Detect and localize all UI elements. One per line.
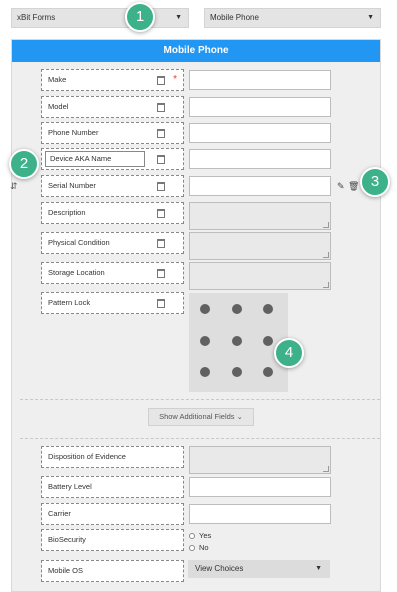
field-label-storage-location[interactable]: Storage Location	[41, 262, 184, 284]
storage-location-textarea[interactable]	[189, 262, 331, 290]
field-label-phone-number[interactable]: Phone Number	[41, 122, 184, 144]
serial-number-input[interactable]	[189, 176, 331, 196]
tag-icon	[157, 155, 165, 164]
pattern-dot[interactable]	[232, 336, 242, 346]
biosecurity-option-no[interactable]: No	[189, 543, 209, 553]
chevron-down-icon: ▼	[175, 14, 182, 21]
physical-condition-textarea[interactable]	[189, 232, 331, 260]
biosecurity-option-yes[interactable]: Yes	[189, 531, 211, 541]
mobile-os-select-value: View Choices	[195, 564, 244, 573]
drag-handle-icon[interactable]: ⇵	[10, 182, 18, 191]
radio-label: Yes	[199, 531, 212, 540]
field-label-battery-level[interactable]: Battery Level	[41, 476, 184, 498]
field-label-description[interactable]: Description	[41, 202, 184, 224]
label-edit-input[interactable]: Device AKA Name	[45, 151, 145, 167]
field-label-text: Model	[48, 102, 69, 111]
radio-button[interactable]	[189, 545, 195, 552]
divider	[20, 399, 380, 400]
tag-icon	[157, 269, 165, 278]
pencil-icon[interactable]: ✎	[337, 181, 345, 192]
field-label-serial-number[interactable]: Serial Number	[41, 175, 184, 197]
chevron-down-icon: ▼	[315, 565, 322, 572]
disposition-textarea[interactable]	[189, 446, 331, 474]
field-label-text: Storage Location	[48, 268, 105, 277]
description-textarea[interactable]	[189, 202, 331, 230]
show-additional-fields-button[interactable]: Show Additional Fields ⌄	[148, 408, 254, 426]
field-label-model[interactable]: Model	[41, 96, 184, 118]
tag-icon	[157, 76, 165, 85]
field-label-text: Phone Number	[48, 128, 99, 137]
field-label-biosecurity[interactable]: BioSecurity	[41, 529, 184, 551]
forms-select[interactable]: xBit Forms ▼	[11, 8, 189, 28]
field-label-text: Make	[48, 75, 67, 84]
field-label-text: Serial Number	[48, 181, 96, 190]
pattern-dot[interactable]	[232, 304, 242, 314]
pattern-dot[interactable]	[200, 367, 210, 377]
field-label-text: Pattern Lock	[48, 298, 91, 307]
type-select[interactable]: Mobile Phone ▼	[204, 8, 381, 28]
field-label-pattern-lock[interactable]: Pattern Lock	[41, 292, 184, 314]
pattern-lock-grid[interactable]	[189, 293, 288, 392]
tag-icon	[157, 103, 165, 112]
battery-level-input[interactable]	[189, 477, 331, 497]
radio-label: No	[199, 543, 209, 552]
phone-number-input[interactable]	[189, 123, 331, 143]
tag-icon	[157, 129, 165, 138]
field-label-disposition-of-evidence[interactable]: Disposition of Evidence	[41, 446, 184, 468]
field-label-text: Mobile OS	[48, 566, 84, 575]
mobile-os-select[interactable]: View Choices ▼	[188, 560, 330, 578]
callout-1: 1	[125, 2, 155, 32]
field-label-device-aka-name[interactable]: Device AKA Name	[41, 148, 184, 170]
forms-select-value: xBit Forms	[17, 13, 56, 22]
callout-4: 4	[274, 338, 304, 368]
form-panel: Mobile Phone Make * Model Phone Number D…	[11, 39, 381, 592]
field-label-text: Battery Level	[48, 482, 92, 491]
pattern-dot[interactable]	[232, 367, 242, 377]
device-aka-name-input[interactable]	[189, 149, 331, 169]
field-label-text: Carrier	[48, 509, 71, 518]
field-label-make[interactable]: Make *	[41, 69, 184, 91]
field-label-mobile-os[interactable]: Mobile OS	[41, 560, 184, 582]
field-label-text: BioSecurity	[48, 535, 86, 544]
radio-button[interactable]	[189, 533, 195, 540]
field-label-text: Disposition of Evidence	[48, 452, 126, 461]
pattern-dot[interactable]	[200, 336, 210, 346]
field-label-text: Physical Condition	[48, 238, 110, 247]
callout-3: 3	[360, 167, 390, 197]
field-label-carrier[interactable]: Carrier	[41, 503, 184, 525]
make-input[interactable]	[189, 70, 331, 90]
divider	[20, 438, 380, 439]
tag-icon	[157, 209, 165, 218]
tag-icon	[157, 239, 165, 248]
type-select-value: Mobile Phone	[210, 13, 259, 22]
pattern-dot[interactable]	[200, 304, 210, 314]
carrier-input[interactable]	[189, 504, 331, 524]
required-indicator: *	[173, 74, 177, 85]
field-label-text: Description	[48, 208, 86, 217]
tag-icon	[157, 299, 165, 308]
pattern-dot[interactable]	[263, 304, 273, 314]
pattern-dot[interactable]	[263, 367, 273, 377]
chevron-down-icon: ▼	[367, 14, 374, 21]
panel-title: Mobile Phone	[12, 40, 380, 62]
model-input[interactable]	[189, 97, 331, 117]
pattern-dot[interactable]	[263, 336, 273, 346]
field-label-physical-condition[interactable]: Physical Condition	[41, 232, 184, 254]
tag-icon	[157, 182, 165, 191]
trash-icon[interactable]: 🗑	[348, 181, 359, 192]
callout-2: 2	[9, 149, 39, 179]
